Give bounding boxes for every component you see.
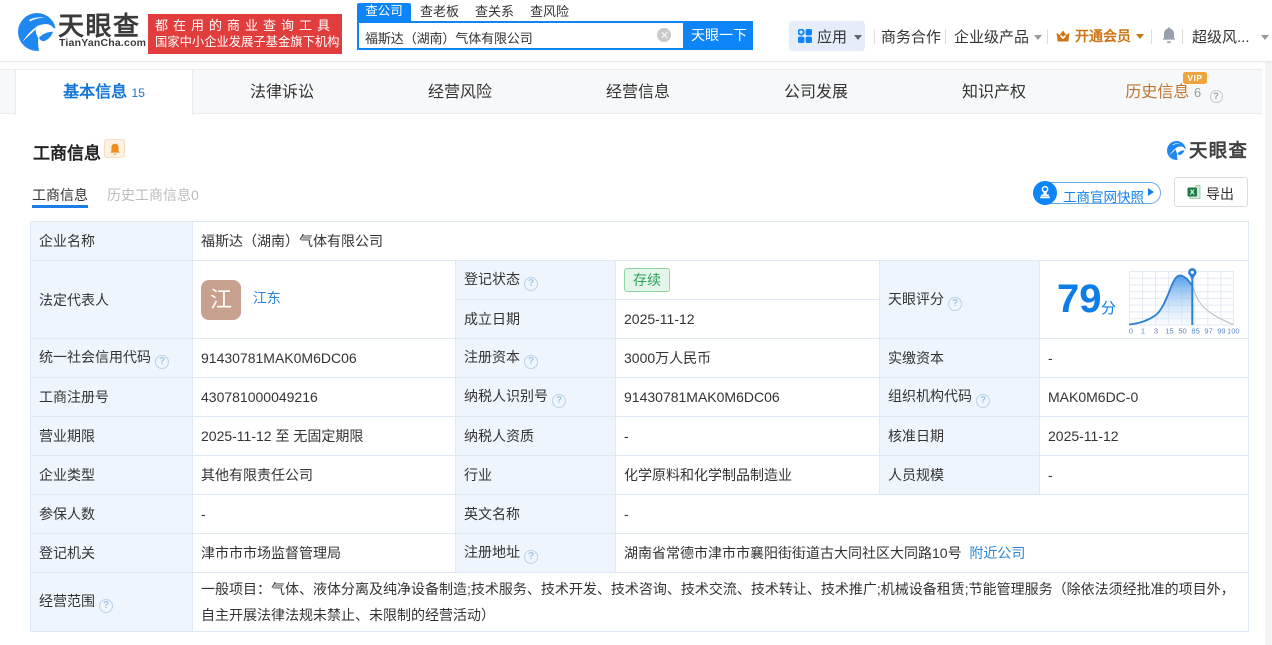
svg-text:15: 15 [1165, 326, 1173, 335]
svg-text:3: 3 [1153, 326, 1157, 335]
svg-text:97: 97 [1204, 326, 1212, 335]
svg-text:0: 0 [1129, 326, 1133, 335]
svg-text:1: 1 [1140, 326, 1144, 335]
svg-text:100: 100 [1227, 326, 1240, 335]
svg-text:85: 85 [1191, 326, 1199, 335]
svg-text:X: X [1190, 188, 1195, 197]
svg-text:50: 50 [1178, 326, 1186, 335]
svg-text:99: 99 [1217, 326, 1225, 335]
